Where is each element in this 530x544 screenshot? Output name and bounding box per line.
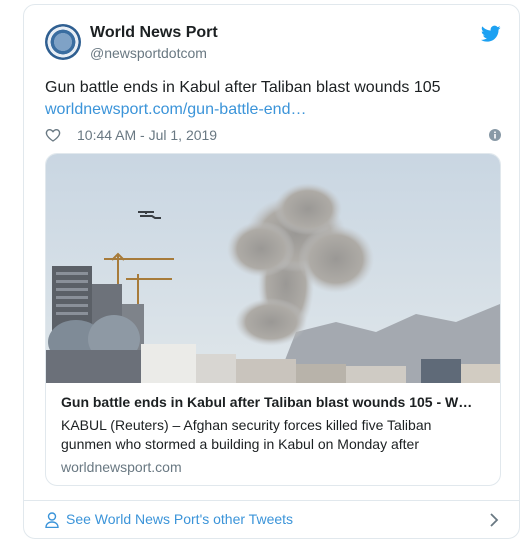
- media-card-title[interactable]: Gun battle ends in Kabul after Taliban b…: [61, 394, 491, 410]
- see-other-tweets-link[interactable]: See World News Port's other Tweets: [66, 511, 293, 527]
- twitter-bird-icon[interactable]: [481, 25, 501, 43]
- avatar[interactable]: [45, 24, 81, 60]
- person-icon: [45, 512, 59, 528]
- chevron-right-icon[interactable]: [489, 513, 499, 527]
- tweet-card: World News Port @newsportdotcom Gun batt…: [23, 4, 520, 539]
- media-card-description: KABUL (Reuters) – Afghan security forces…: [61, 417, 432, 452]
- tweet-meta: 10:44 AM - Jul 1, 2019: [45, 125, 217, 145]
- info-icon[interactable]: [489, 129, 501, 141]
- footer[interactable]: See World News Port's other Tweets: [24, 500, 519, 539]
- tweet-text: Gun battle ends in Kabul after Taliban b…: [45, 79, 441, 96]
- author-name[interactable]: World News Port: [90, 24, 218, 42]
- tweet-link[interactable]: worldnewsport.com/gun-battle-end…: [45, 99, 306, 121]
- media-card[interactable]: Gun battle ends in Kabul after Taliban b…: [45, 153, 501, 486]
- tweet-timestamp[interactable]: 10:44 AM - Jul 1, 2019: [77, 127, 217, 143]
- news-photo: [46, 154, 500, 383]
- heart-icon[interactable]: [45, 127, 61, 143]
- media-card-domain: worldnewsport.com: [61, 459, 182, 475]
- author-handle[interactable]: @newsportdotcom: [90, 45, 207, 61]
